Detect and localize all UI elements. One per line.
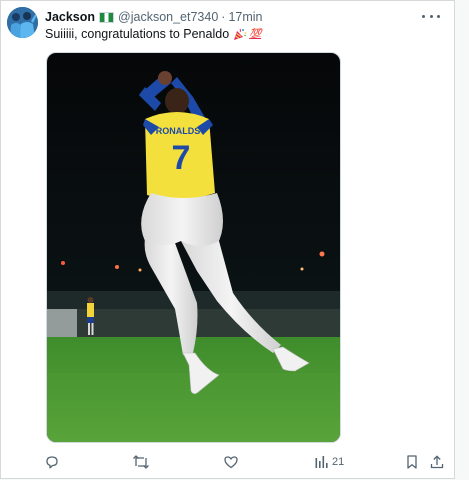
- share-icon: [430, 455, 444, 469]
- jersey-name: RONALDS: [156, 126, 201, 136]
- avatar[interactable]: [7, 7, 38, 38]
- tweet-media-image[interactable]: RONALDS 7: [46, 52, 341, 443]
- views-count: 21: [332, 456, 345, 468]
- party-popper-icon: [233, 27, 247, 41]
- separator-dot: ·: [221, 10, 226, 24]
- bookmark-icon: [407, 455, 417, 469]
- nigeria-flag-icon: [99, 11, 115, 23]
- hundred-points-emoji: 💯: [249, 28, 262, 40]
- tweet-timestamp[interactable]: 17min: [228, 10, 262, 24]
- jersey-number: 7: [172, 139, 191, 177]
- user-handle[interactable]: @jackson_et7340: [118, 10, 218, 24]
- like-button[interactable]: [223, 453, 239, 471]
- tweet-card[interactable]: Jackson @jackson_et7340 · 17min Suiiiii,…: [0, 0, 455, 479]
- retweet-button[interactable]: [132, 453, 150, 471]
- tweet-actions: 21: [1, 453, 456, 471]
- tweet-text: Suiiiii, congratulations to Penaldo 💯: [45, 27, 262, 41]
- tweet-text-body: Suiiiii, congratulations to Penaldo: [45, 27, 230, 41]
- heart-icon: [224, 456, 238, 469]
- more-options-icon[interactable]: [422, 9, 440, 23]
- tweet-header: Jackson @jackson_et7340 · 17min: [45, 9, 263, 25]
- share-button[interactable]: [429, 453, 445, 471]
- display-name[interactable]: Jackson: [45, 10, 95, 24]
- reply-button[interactable]: [44, 453, 60, 471]
- views-bar-chart-icon: [315, 456, 328, 468]
- bookmark-button[interactable]: [405, 453, 419, 471]
- reply-icon: [46, 456, 58, 469]
- retweet-icon: [133, 455, 149, 469]
- views-button[interactable]: 21: [314, 453, 344, 471]
